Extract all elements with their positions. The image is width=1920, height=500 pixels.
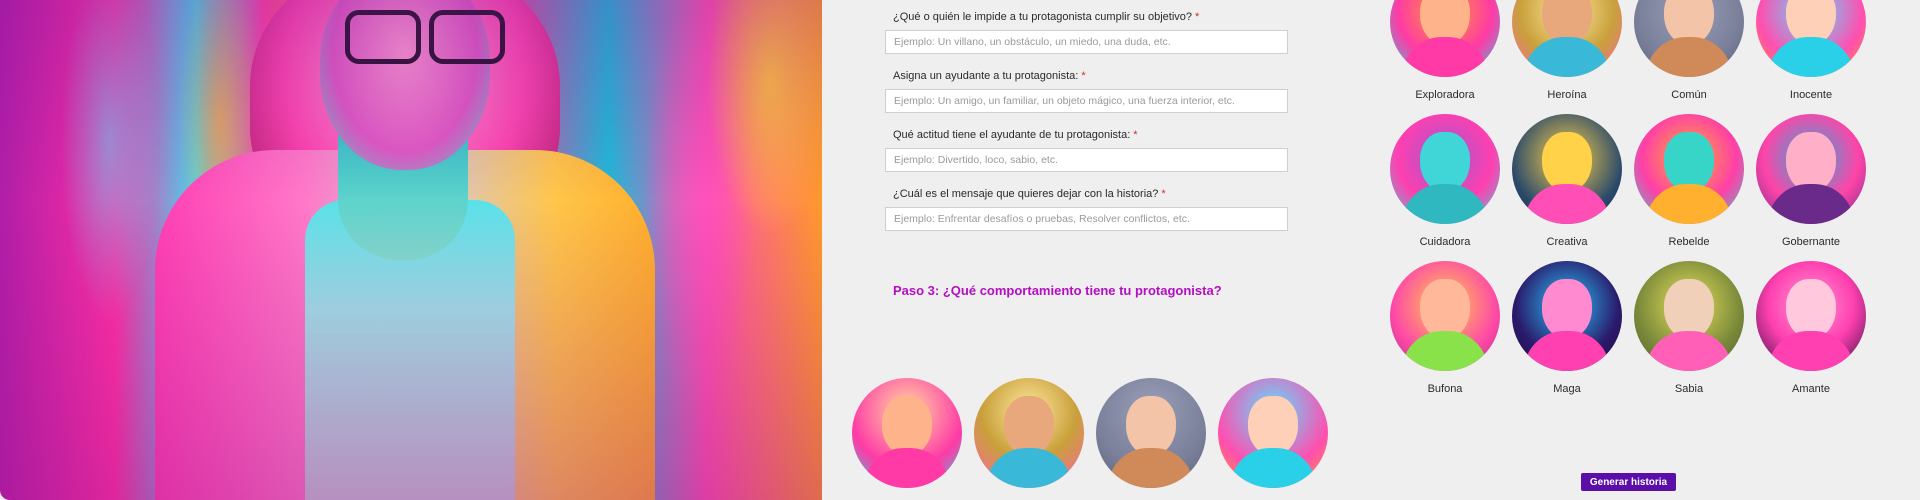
archetype-sabia-avatar[interactable] — [1634, 261, 1744, 371]
message-input[interactable] — [885, 207, 1288, 231]
archetype-sabia-label: Sabia — [1674, 383, 1704, 395]
required-asterisk: * — [1133, 129, 1138, 141]
archetype-bufona-avatar[interactable] — [1390, 261, 1500, 371]
avatar-face — [1126, 396, 1176, 456]
archetype-heroina-avatar[interactable] — [1512, 0, 1622, 77]
innocent-avatar-preview[interactable] — [1218, 378, 1328, 488]
avatar-face — [882, 396, 932, 456]
archetype-gobernante-label: Gobernante — [1781, 236, 1841, 248]
explorer-avatar-preview[interactable] — [852, 378, 962, 488]
avatar-face — [1542, 279, 1592, 339]
heroine-avatar-preview[interactable] — [974, 378, 1084, 488]
avatar-body — [1108, 448, 1194, 488]
archetype-maga-label: Maga — [1553, 383, 1581, 395]
avatar-body — [1524, 184, 1610, 224]
question-label-text: Qué actitud tiene el ayudante de tu prot… — [893, 129, 1131, 141]
helper-attitude-input[interactable] — [885, 148, 1288, 172]
question-label-message: ¿Cuál es el mensaje que quieres dejar co… — [893, 188, 1166, 200]
archetype-rebelde-label: Rebelde — [1668, 236, 1710, 248]
avatar-body — [1646, 37, 1732, 77]
avatar-body — [1402, 37, 1488, 77]
avatar-face — [1248, 396, 1298, 456]
avatar-face — [1786, 279, 1836, 339]
avatar-face — [1664, 279, 1714, 339]
archetype-rebelde-avatar[interactable] — [1634, 114, 1744, 224]
obstacle-input[interactable] — [885, 30, 1288, 54]
generate-story-button[interactable]: Generar historia — [1581, 473, 1676, 491]
required-asterisk: * — [1195, 11, 1200, 23]
common-avatar-preview[interactable] — [1096, 378, 1206, 488]
question-label-text: Asigna un ayudante a tu protagonista: — [893, 70, 1079, 82]
avatar-face — [1004, 396, 1054, 456]
archetype-amante-label: Amante — [1792, 383, 1830, 395]
question-label-text: ¿Cuál es el mensaje que quieres dejar co… — [893, 188, 1159, 200]
archetype-inocente-avatar[interactable] — [1756, 0, 1866, 77]
avatar-face — [1420, 132, 1470, 192]
required-asterisk: * — [1081, 70, 1086, 82]
archetype-inocente-label: Inocente — [1789, 89, 1833, 101]
archetype-exploradora-avatar[interactable] — [1390, 0, 1500, 77]
archetype-heroina-label: Heroína — [1547, 89, 1587, 101]
avatar-face — [1542, 132, 1592, 192]
question-label-helper-attitude: Qué actitud tiene el ayudante de tu prot… — [893, 129, 1138, 141]
helper-input[interactable] — [885, 89, 1288, 113]
archetype-creativa-label: Creativa — [1546, 236, 1588, 248]
archetype-creativa-avatar[interactable] — [1512, 114, 1622, 224]
avatar-body — [1768, 184, 1854, 224]
avatar-face — [1664, 132, 1714, 192]
archetype-gobernante-avatar[interactable] — [1756, 114, 1866, 224]
avatar-body — [1402, 331, 1488, 371]
archetype-bufona-label: Bufona — [1427, 383, 1463, 395]
step3-title: Paso 3: ¿Qué comportamiento tiene tu pro… — [893, 283, 1222, 298]
avatar-body — [1768, 37, 1854, 77]
archetype-amante-avatar[interactable] — [1756, 261, 1866, 371]
avatar-body — [1402, 184, 1488, 224]
avatar-body — [1646, 331, 1732, 371]
archetype-comun-avatar[interactable] — [1634, 0, 1744, 77]
avatar-body — [1524, 37, 1610, 77]
question-label-obstacle: ¿Qué o quién le impide a tu protagonista… — [893, 11, 1199, 23]
archetype-comun-label: Común — [1671, 89, 1707, 101]
avatar-body — [1524, 331, 1610, 371]
avatar-body — [1768, 331, 1854, 371]
archetype-cuidadora-label: Cuidadora — [1419, 236, 1471, 248]
avatar-face — [1420, 279, 1470, 339]
question-label-helper: Asigna un ayudante a tu protagonista: * — [893, 70, 1086, 82]
hero-portrait-image — [0, 0, 822, 500]
avatar-body — [1230, 448, 1316, 488]
required-asterisk: * — [1161, 188, 1166, 200]
archetype-cuidadora-avatar[interactable] — [1390, 114, 1500, 224]
question-label-text: ¿Qué o quién le impide a tu protagonista… — [893, 11, 1193, 23]
avatar-body — [986, 448, 1072, 488]
archetype-exploradora-label: Exploradora — [1415, 89, 1475, 101]
archetype-maga-avatar[interactable] — [1512, 261, 1622, 371]
avatar-body — [864, 448, 950, 488]
avatar-body — [1646, 184, 1732, 224]
hero-color-overlay — [0, 0, 822, 500]
avatar-face — [1786, 132, 1836, 192]
